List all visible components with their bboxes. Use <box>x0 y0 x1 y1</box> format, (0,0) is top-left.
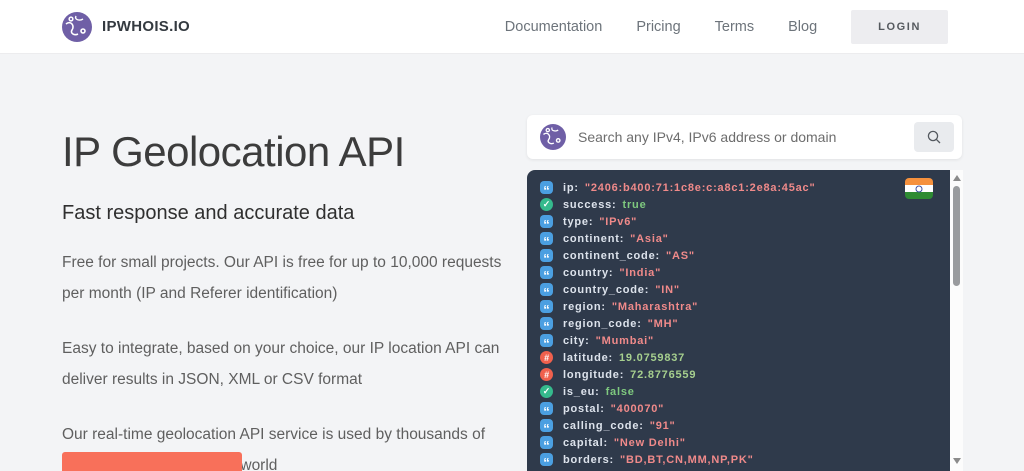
number-type-icon: # <box>540 368 553 381</box>
search-input[interactable] <box>578 129 914 145</box>
nav-link-documentation[interactable]: Documentation <box>505 19 603 35</box>
cta-button[interactable] <box>62 452 242 471</box>
india-flag-icon <box>905 178 933 199</box>
navbar: IPWHOIS.IO Documentation Pricing Terms B… <box>0 0 1024 54</box>
result-key: capital: <box>563 436 608 449</box>
string-type-icon: “ <box>540 283 553 299</box>
string-type-icon: “ <box>540 300 553 316</box>
result-key: continent_code: <box>563 249 660 262</box>
result-key: latitude: <box>563 351 613 364</box>
search-bar <box>527 115 962 159</box>
string-type-icon: “ <box>540 402 553 418</box>
scrollbar-up-arrow-icon[interactable] <box>953 175 961 181</box>
result-row: “ capital: "New Delhi" <box>540 434 950 452</box>
result-key: country: <box>563 266 614 279</box>
result-value: "Mumbai" <box>595 334 655 347</box>
nav-links: Documentation Pricing Terms Blog LOGIN <box>505 9 948 44</box>
result-value: "AS" <box>665 249 695 262</box>
result-value: 19.0759837 <box>618 351 686 364</box>
result-value: "India" <box>619 266 662 279</box>
ipwhois-globe-logo-icon <box>62 11 92 42</box>
result-key: type: <box>563 215 594 228</box>
string-type-icon: “ <box>540 249 553 265</box>
result-row: “ country_code: "IN" <box>540 281 950 299</box>
result-row: ✓ is_eu: false <box>540 383 950 400</box>
nav-link-terms[interactable]: Terms <box>715 19 754 35</box>
ipwhois-globe-icon <box>540 124 566 150</box>
result-value: "400070" <box>610 402 665 415</box>
ashoka-chakra <box>915 185 923 192</box>
string-type-icon: “ <box>540 453 553 469</box>
string-type-icon: “ <box>540 334 553 350</box>
result-key: region: <box>563 300 606 313</box>
result-row: “ country: "India" <box>540 264 950 282</box>
result-value: "2406:b400:71:1c8e:c:a8c1:2e8a:45ac" <box>584 181 816 194</box>
result-row: “ region_code: "MH" <box>540 315 950 333</box>
result-value: "Asia" <box>630 232 669 245</box>
hero-paragraph-1: Free for small projects. Our API is free… <box>62 254 502 302</box>
result-row: “ ip: "2406:b400:71:1c8e:c:a8c1:2e8a:45a… <box>540 179 950 197</box>
string-type-icon: “ <box>540 436 553 452</box>
result-value: 72.8776559 <box>630 368 697 381</box>
result-row: # latitude: 19.0759837 <box>540 349 950 366</box>
result-key: postal: <box>563 402 605 415</box>
nav-link-pricing[interactable]: Pricing <box>636 19 680 35</box>
search-icon <box>927 130 941 144</box>
result-key: ip: <box>563 181 579 194</box>
scrollbar-down-arrow-icon[interactable] <box>953 458 961 464</box>
panel-scrollbar[interactable] <box>950 170 963 471</box>
login-button[interactable]: LOGIN <box>851 9 948 44</box>
result-row: “ city: "Mumbai" <box>540 332 950 350</box>
result-row: “ continent: "Asia" <box>540 230 950 248</box>
result-value: "New Delhi" <box>613 436 686 449</box>
string-type-icon: “ <box>540 266 553 282</box>
result-value: "Maharashtra" <box>611 300 699 313</box>
api-result-panel: “ ip: "2406:b400:71:1c8e:c:a8c1:2e8a:45a… <box>527 170 950 471</box>
result-key: city: <box>563 334 590 347</box>
result-value: true <box>622 198 647 211</box>
result-row: # longitude: 72.8776559 <box>540 366 950 383</box>
result-row: “ type: "IPv6" <box>540 213 950 231</box>
number-type-icon: # <box>540 351 553 364</box>
hero-paragraph-2: Easy to integrate, based on your choice,… <box>62 340 500 388</box>
result-row: “ continent_code: "AS" <box>540 247 950 265</box>
result-key: country_code: <box>563 283 650 296</box>
page-title: IP Geolocation API <box>62 128 405 175</box>
nav-link-blog[interactable]: Blog <box>788 19 817 35</box>
result-row: ✓ success: true <box>540 196 950 213</box>
result-row: “ borders: "BD,BT,CN,MM,NP,PK" <box>540 451 950 469</box>
result-key: region_code: <box>563 317 642 330</box>
result-row: “ calling_code: "91" <box>540 417 950 435</box>
result-key: continent: <box>563 232 625 245</box>
result-key: calling_code: <box>563 419 644 432</box>
brand-name: IPWHOIS.IO <box>102 18 191 35</box>
result-key: borders: <box>563 453 615 466</box>
result-key: is_eu: <box>563 385 600 398</box>
result-value: "IN" <box>655 283 680 296</box>
result-value: false <box>605 385 635 398</box>
string-type-icon: “ <box>540 232 553 248</box>
result-value: "MH" <box>647 317 679 330</box>
result-value: "BD,BT,CN,MM,NP,PK" <box>620 453 754 466</box>
string-type-icon: “ <box>540 419 553 435</box>
string-type-icon: “ <box>540 181 553 197</box>
result-key: longitude: <box>563 368 625 381</box>
brand[interactable]: IPWHOIS.IO <box>62 11 191 42</box>
boolean-type-icon: ✓ <box>540 198 553 211</box>
page-subtitle: Fast response and accurate data <box>62 202 355 224</box>
string-type-icon: “ <box>540 317 553 333</box>
result-value: "91" <box>649 419 676 432</box>
result-value: "IPv6" <box>599 215 638 228</box>
string-type-icon: “ <box>540 215 553 231</box>
search-button[interactable] <box>914 122 954 152</box>
scrollbar-thumb[interactable] <box>953 186 960 286</box>
boolean-type-icon: ✓ <box>540 385 553 398</box>
result-row: “ region: "Maharashtra" <box>540 298 950 316</box>
result-row: “ postal: "400070" <box>540 400 950 418</box>
hero-left: IP Geolocation API Fast response and acc… <box>62 128 517 471</box>
result-key: success: <box>563 198 617 211</box>
